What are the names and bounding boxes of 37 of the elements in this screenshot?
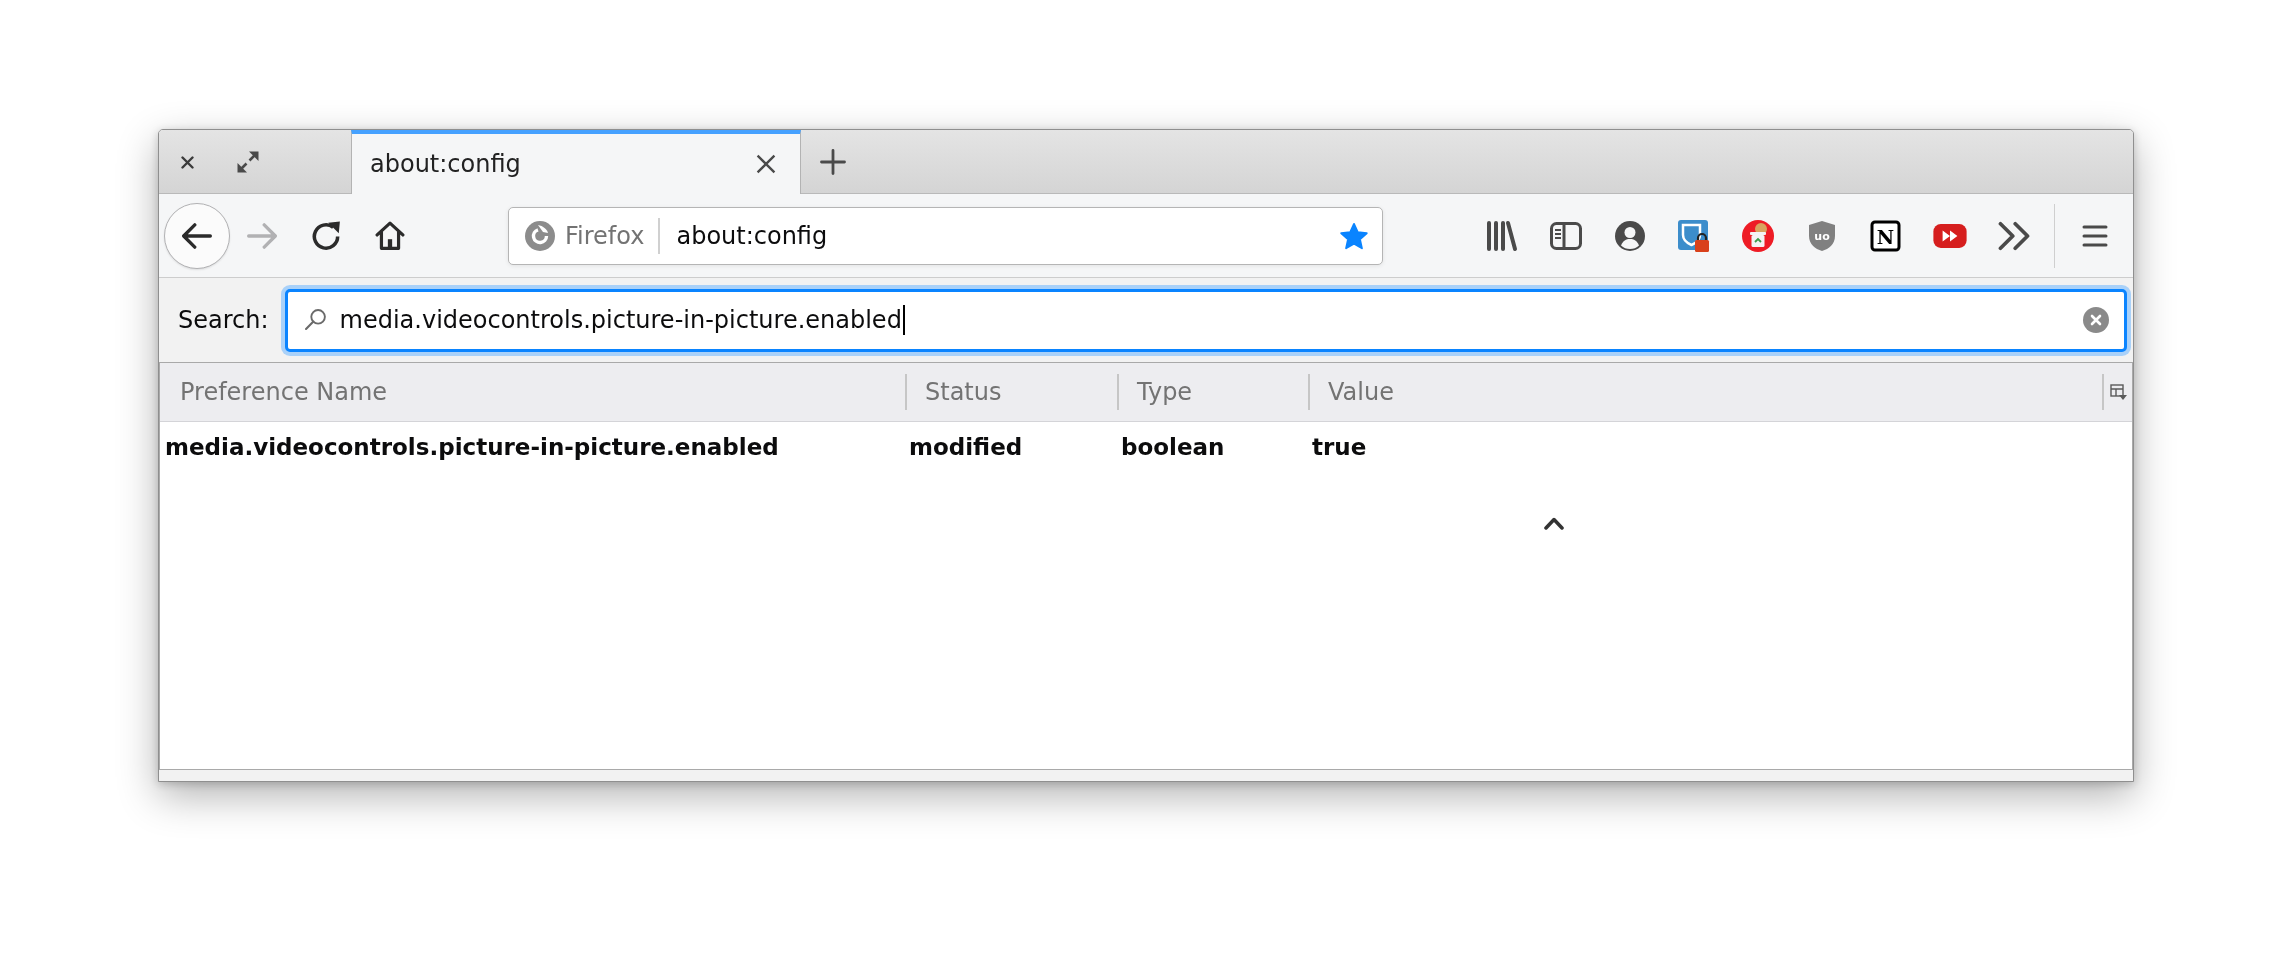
plus-icon[interactable]	[820, 149, 846, 175]
column-picker-icon[interactable]	[2110, 384, 2127, 400]
table-cell-text: media.videocontrols.picture-in-picture.enabled	[164, 434, 780, 460]
column-header[interactable]: Type	[1117, 363, 1308, 421]
letter-tile-icon[interactable]: N	[1870, 219, 1902, 252]
table-cell-text: modified	[908, 434, 1024, 460]
circular-arrow-icon[interactable]	[311, 220, 341, 251]
close-icon[interactable]	[756, 154, 776, 174]
double-chevron-icon[interactable]	[1998, 219, 2030, 252]
house-icon[interactable]	[375, 220, 405, 251]
expand-icon[interactable]	[237, 151, 259, 173]
back-button[interactable]	[164, 202, 230, 269]
close-icon[interactable]	[181, 155, 194, 169]
address-bar[interactable]: Firefox about:config	[508, 206, 1383, 265]
clear-icon[interactable]	[2083, 307, 2109, 333]
menu-icon[interactable]	[2082, 224, 2108, 247]
fast-forward-icon[interactable]	[1933, 223, 1967, 248]
star-icon[interactable]	[1340, 221, 1368, 250]
column-header[interactable]: Value	[1308, 363, 2102, 421]
left-arrow-icon	[182, 220, 212, 251]
search-label: Search:	[178, 306, 269, 334]
sidebar-icon[interactable]	[1550, 219, 1582, 252]
column-header[interactable]: Preference Name	[160, 363, 905, 421]
browser-logo-icon[interactable]	[525, 220, 555, 251]
table-cell-text: boolean	[1120, 434, 1226, 460]
identity-label[interactable]: Firefox	[565, 221, 645, 250]
tab[interactable]: about:config	[351, 130, 801, 194]
bookshelf-icon[interactable]	[1486, 219, 1518, 252]
cookie-bin-icon[interactable]	[1742, 219, 1774, 252]
caret-icon	[1543, 516, 1565, 530]
search-icon	[304, 309, 327, 331]
account-icon[interactable]	[1614, 219, 1646, 252]
padlock-tile-icon[interactable]	[1678, 219, 1710, 252]
shield-icon[interactable]: uo	[1808, 219, 1836, 252]
table-cell-text: true	[1311, 434, 1368, 460]
column-header[interactable]: Status	[905, 363, 1117, 421]
text-cursor	[902, 305, 905, 335]
